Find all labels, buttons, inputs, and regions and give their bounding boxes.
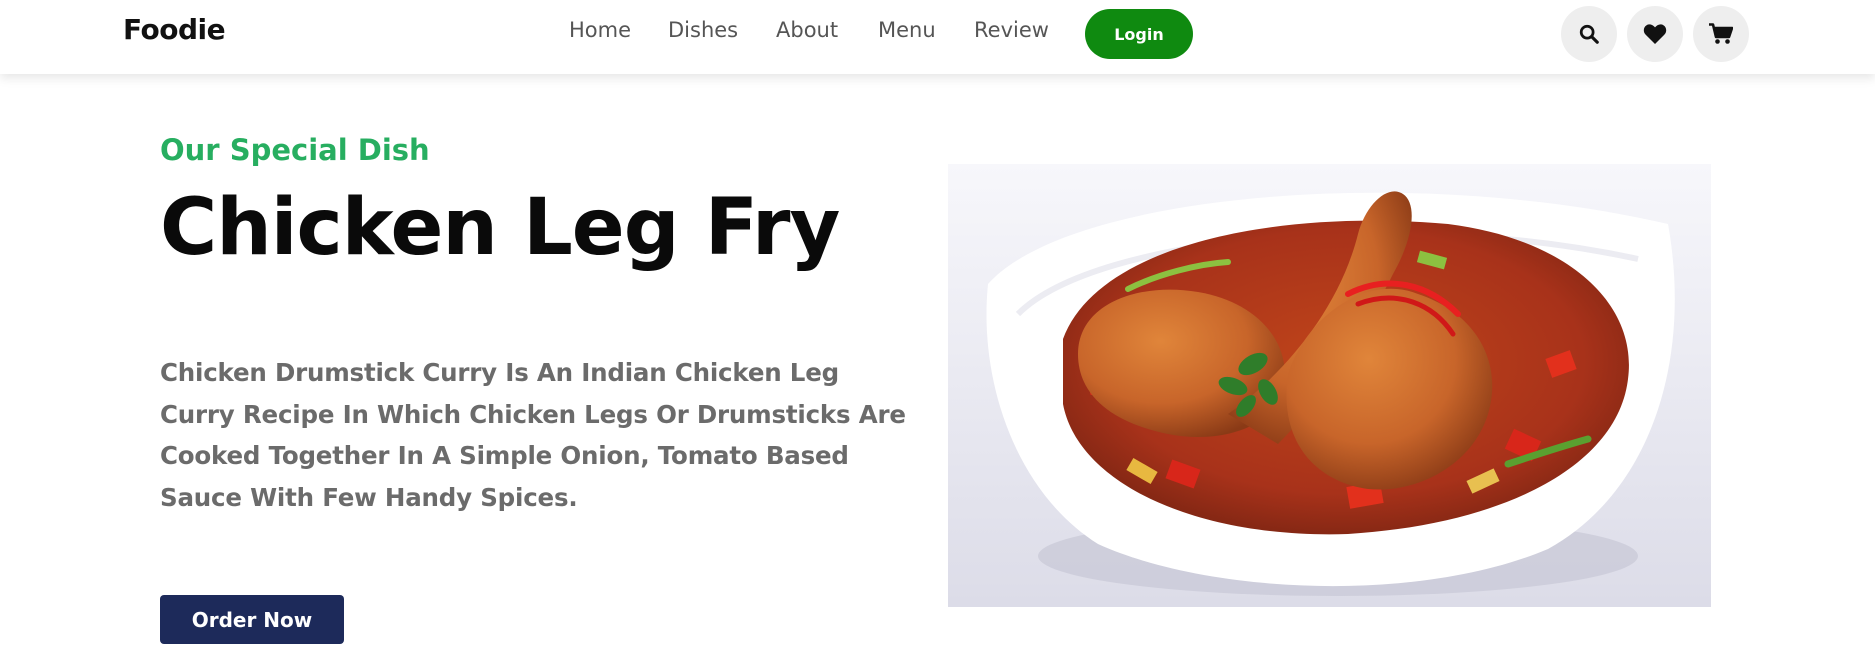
site-header: Foodie Home Dishes About Menu Review Log… <box>0 0 1875 74</box>
cart-icon <box>1709 23 1733 44</box>
dish-image <box>948 164 1711 607</box>
nav-link-review[interactable]: Review <box>974 18 1049 42</box>
nav-link-dishes[interactable]: Dishes <box>668 18 738 42</box>
search-icon <box>1579 24 1599 44</box>
nav-link-home[interactable]: Home <box>569 18 631 42</box>
hero-description: Chicken Drumstick Curry Is An Indian Chi… <box>160 358 906 512</box>
nav-link-about[interactable]: About <box>776 18 838 42</box>
hero-title: Chicken Leg Fry <box>160 183 840 273</box>
wishlist-button[interactable] <box>1627 6 1683 62</box>
search-button[interactable] <box>1561 6 1617 62</box>
cart-button[interactable] <box>1693 6 1749 62</box>
nav-link-menu[interactable]: Menu <box>878 18 936 42</box>
logo[interactable]: Foodie <box>123 13 226 46</box>
hero-subtitle: Our Special Dish <box>160 133 430 167</box>
login-button[interactable]: Login <box>1085 9 1193 59</box>
heart-icon <box>1643 24 1667 44</box>
order-now-button[interactable]: Order Now <box>160 595 344 644</box>
